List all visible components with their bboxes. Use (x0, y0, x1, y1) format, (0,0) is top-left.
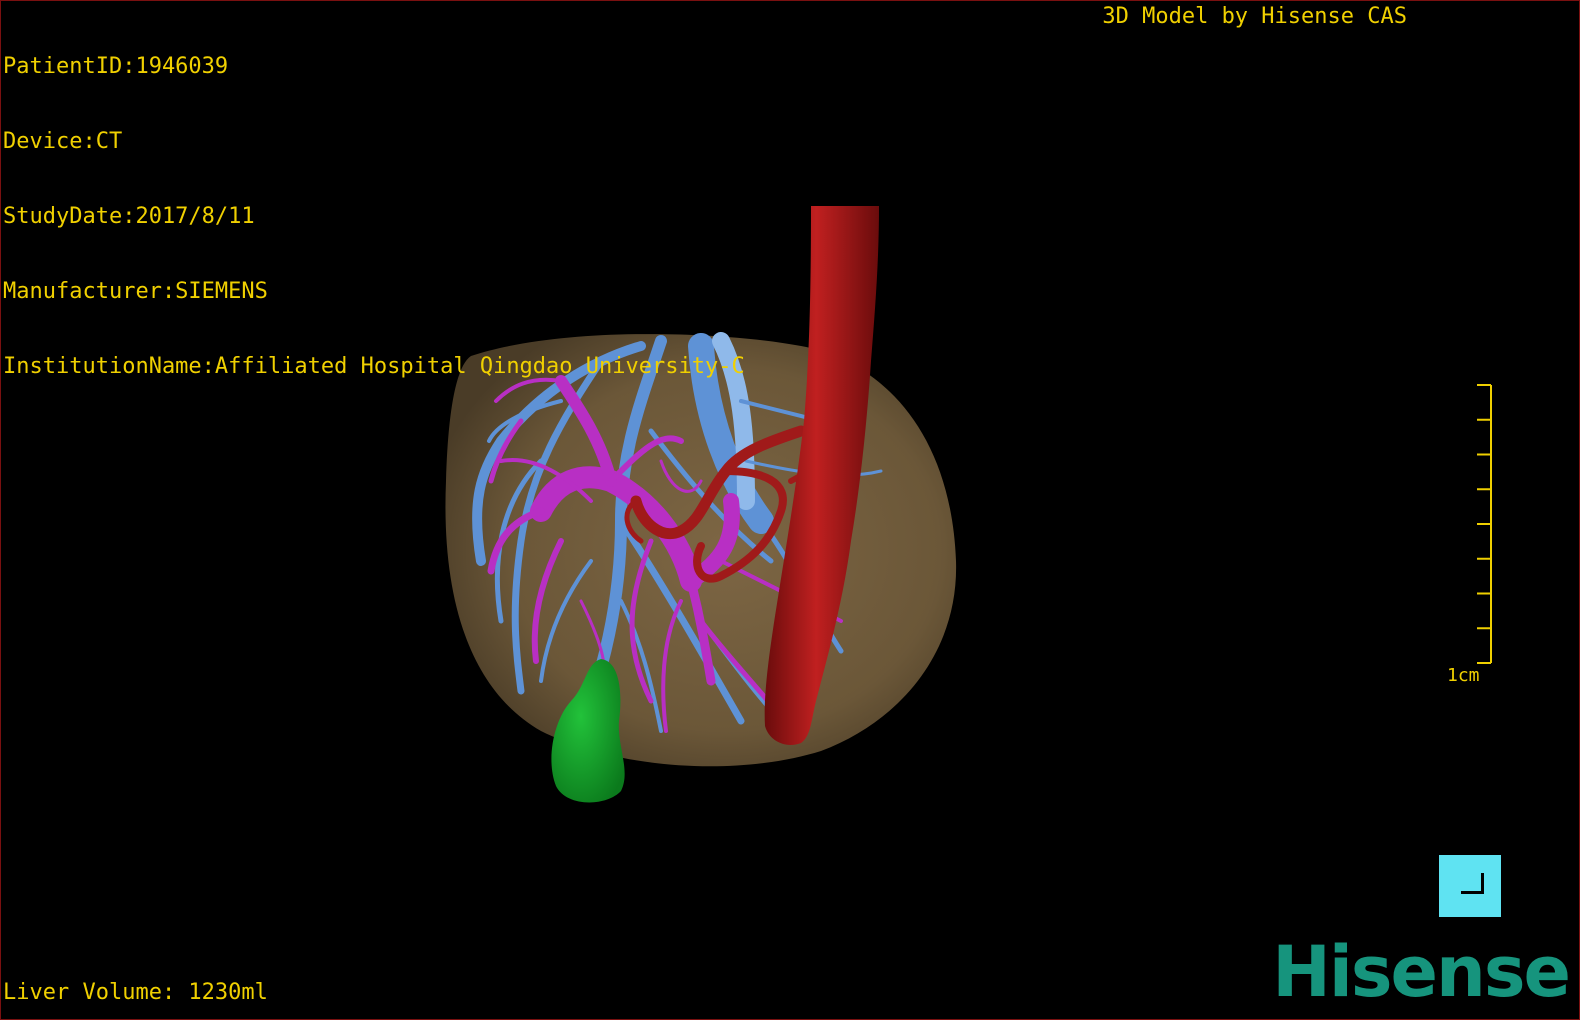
manufacturer: Manufacturer:SIEMENS (3, 279, 268, 304)
study-date: StudyDate:2017/8/11 (3, 204, 255, 229)
scale-bar (1477, 384, 1492, 664)
scale-label: 1cm (1447, 665, 1480, 686)
liver-volume: Liver Volume: 1230ml (3, 980, 268, 1005)
patient-id: PatientID:1946039 (3, 54, 229, 79)
hisense-logo: Hisense (1272, 931, 1571, 1013)
institution-name: InstitutionName:Affiliated Hospital Qing… (3, 354, 745, 379)
corner-bracket-icon (1461, 873, 1484, 894)
model-credit: 3D Model by Hisense CAS (1102, 4, 1407, 29)
corner-view-button[interactable] (1439, 855, 1501, 917)
device: Device:CT (3, 129, 123, 154)
patient-info: PatientID:1946039 Device:CT StudyDate:20… (3, 4, 745, 429)
3d-viewport[interactable]: PatientID:1946039 Device:CT StudyDate:20… (0, 0, 1580, 1020)
